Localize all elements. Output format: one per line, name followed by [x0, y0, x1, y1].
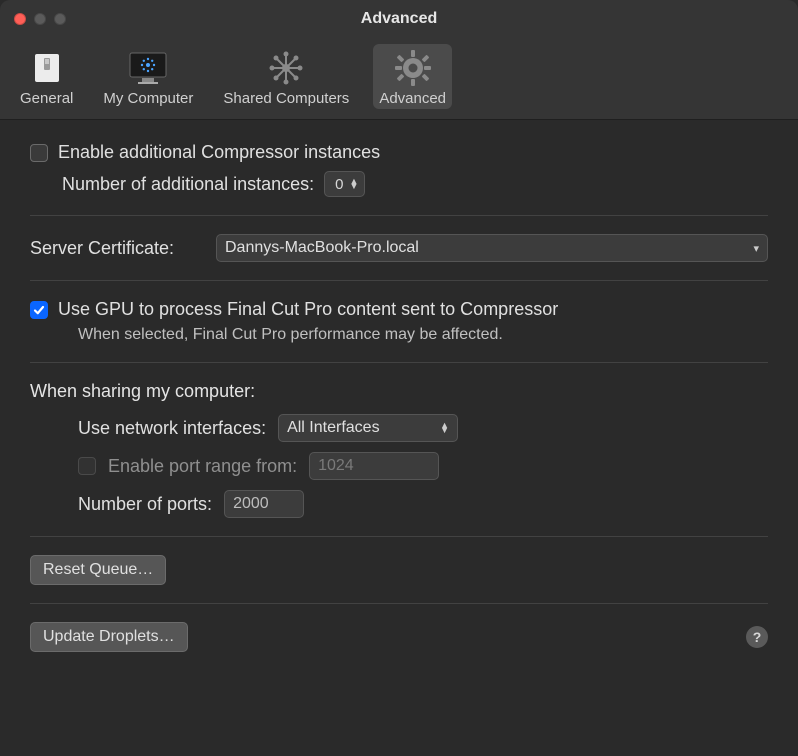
update-droplets-row: Update Droplets… ? [30, 622, 768, 652]
server-cert-select[interactable]: Dannys-MacBook-Pro.local ▾ [216, 234, 768, 262]
network-interfaces-row: Use network interfaces: All Interfaces ▲… [30, 414, 768, 442]
num-ports-field[interactable]: 2000 [224, 490, 304, 518]
num-ports-value: 2000 [233, 495, 269, 513]
port-range-checkbox[interactable] [78, 457, 96, 475]
instances-count-value: 0 [335, 176, 343, 193]
port-range-from-value: 1024 [318, 457, 354, 475]
num-ports-row: Number of ports: 2000 [30, 490, 768, 518]
enable-instances-row: Enable additional Compressor instances [30, 142, 768, 163]
port-range-from-field[interactable]: 1024 [309, 452, 439, 480]
gear-icon [393, 48, 433, 88]
instances-count-row: Number of additional instances: 0 ▲▼ [30, 171, 768, 197]
window-controls [0, 13, 66, 25]
network-interfaces-select[interactable]: All Interfaces ▲▼ [278, 414, 458, 442]
advanced-pane: Enable additional Compressor instances N… [0, 120, 798, 672]
server-cert-label: Server Certificate: [30, 238, 200, 259]
monitor-icon [128, 48, 168, 88]
tab-my-computer[interactable]: My Computer [97, 44, 199, 109]
tab-general[interactable]: General [14, 44, 79, 109]
divider [30, 362, 768, 363]
zoom-window-button[interactable] [54, 13, 66, 25]
network-icon [266, 48, 306, 88]
num-ports-label: Number of ports: [78, 494, 212, 515]
enable-instances-checkbox[interactable] [30, 144, 48, 162]
divider [30, 536, 768, 537]
divider [30, 603, 768, 604]
network-interfaces-label: Use network interfaces: [78, 418, 266, 439]
general-icon [27, 48, 67, 88]
reset-queue-button[interactable]: Reset Queue… [30, 555, 166, 585]
tab-shared-computers[interactable]: Shared Computers [217, 44, 355, 109]
help-button[interactable]: ? [746, 626, 768, 648]
enable-instances-label: Enable additional Compressor instances [58, 142, 380, 163]
gpu-label: Use GPU to process Final Cut Pro content… [58, 299, 558, 320]
tab-label: General [20, 90, 73, 107]
port-range-row: Enable port range from: 1024 [30, 452, 768, 480]
update-droplets-label: Update Droplets… [43, 628, 175, 646]
sharing-heading: When sharing my computer: [30, 381, 768, 402]
stepper-caret-icon: ▲▼ [349, 179, 358, 189]
tab-label: Advanced [379, 90, 446, 107]
minimize-window-button[interactable] [34, 13, 46, 25]
tab-label: Shared Computers [223, 90, 349, 107]
server-cert-value: Dannys-MacBook-Pro.local [225, 239, 419, 257]
reset-queue-label: Reset Queue… [43, 561, 153, 579]
tab-advanced[interactable]: Advanced [373, 44, 452, 109]
divider [30, 215, 768, 216]
tab-label: My Computer [103, 90, 193, 107]
reset-queue-row: Reset Queue… [30, 555, 768, 585]
update-droplets-button[interactable]: Update Droplets… [30, 622, 188, 652]
instances-count-stepper[interactable]: 0 ▲▼ [324, 171, 365, 197]
instances-count-label: Number of additional instances: [62, 174, 314, 195]
gpu-hint: When selected, Final Cut Pro performance… [30, 326, 768, 344]
titlebar: Advanced [0, 0, 798, 38]
close-window-button[interactable] [14, 13, 26, 25]
prefs-toolbar: General My Computer Shared Computers Adv… [0, 38, 798, 120]
chevron-down-icon: ▾ [753, 242, 759, 255]
network-interfaces-value: All Interfaces [287, 419, 379, 437]
gpu-checkbox[interactable] [30, 301, 48, 319]
stepper-caret-icon: ▲▼ [440, 423, 449, 433]
window-title: Advanced [0, 10, 798, 28]
server-cert-row: Server Certificate: Dannys-MacBook-Pro.l… [30, 234, 768, 262]
port-range-label: Enable port range from: [108, 456, 297, 477]
divider [30, 280, 768, 281]
gpu-row: Use GPU to process Final Cut Pro content… [30, 299, 768, 320]
